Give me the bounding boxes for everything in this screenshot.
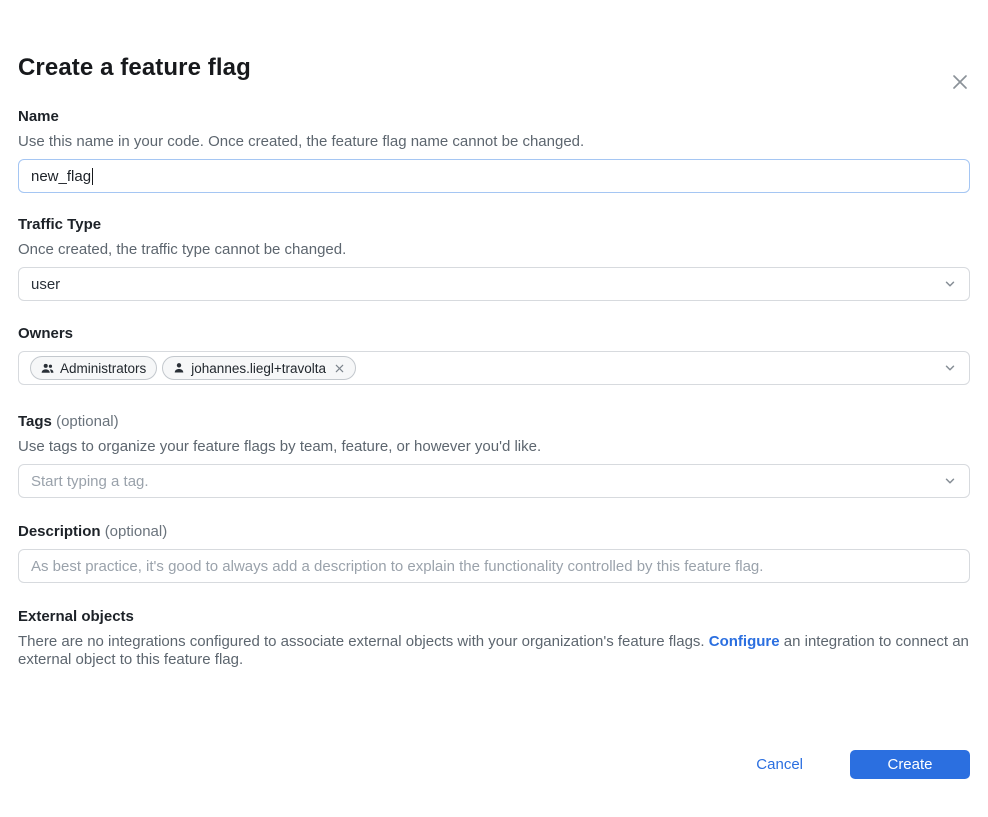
close-button[interactable] [947,70,973,96]
group-icon [41,362,54,375]
tags-placeholder: Start typing a tag. [31,473,149,490]
owners-label: Owners [18,325,73,342]
cancel-button[interactable]: Cancel [756,756,803,773]
user-icon [173,362,185,374]
external-objects-section: External objects There are no integratio… [18,608,970,669]
tags-optional-label: (optional) [56,413,119,430]
traffic-type-select[interactable]: user [18,267,970,301]
close-icon [949,71,971,96]
tags-helper-text: Use tags to organize your feature flags … [18,438,970,455]
chevron-down-icon [943,361,957,375]
external-objects-text: There are no integrations configured to … [18,633,970,669]
name-input[interactable]: new_flag [18,159,970,193]
traffic-type-helper-text: Once created, the traffic type cannot be… [18,241,970,258]
owner-chip-label: johannes.liegl+travolta [191,361,326,376]
chevron-down-icon [943,474,957,488]
name-helper-text: Use this name in your code. Once created… [18,133,970,150]
description-optional-label: (optional) [105,523,168,540]
owner-chip-user[interactable]: johannes.liegl+travolta [162,356,356,380]
owner-chip-administrators[interactable]: Administrators [30,356,157,380]
traffic-type-field-group: Traffic Type Once created, the traffic t… [18,216,970,301]
external-objects-text-before: There are no integrations configured to … [18,633,709,650]
create-feature-flag-modal: Create a feature flag Name Use this name… [0,54,988,669]
modal-footer: Cancel Create [756,750,970,779]
traffic-type-label: Traffic Type [18,216,101,233]
description-placeholder: As best practice, it's good to always ad… [31,558,763,575]
tags-label: Tags [18,413,52,430]
owners-field-group: Owners Administrators [18,325,970,385]
tags-input[interactable]: Start typing a tag. [18,464,970,498]
traffic-type-selected-value: user [31,276,60,293]
name-input-value: new_flag [31,168,91,185]
tags-field-group: Tags (optional) Use tags to organize you… [18,413,970,498]
name-field-group: Name Use this name in your code. Once cr… [18,108,970,193]
external-objects-label: External objects [18,608,134,625]
description-label: Description [18,523,101,540]
owners-select[interactable]: Administrators johannes.liegl+travolta [18,351,970,385]
modal-title: Create a feature flag [18,54,970,82]
text-cursor [92,168,93,185]
configure-link[interactable]: Configure [709,633,780,650]
name-label: Name [18,108,59,125]
description-input[interactable]: As best practice, it's good to always ad… [18,549,970,583]
chevron-down-icon [943,277,957,291]
description-field-group: Description (optional) As best practice,… [18,523,970,583]
create-button[interactable]: Create [850,750,970,779]
owner-chip-label: Administrators [60,361,146,376]
remove-owner-icon[interactable] [334,363,345,374]
